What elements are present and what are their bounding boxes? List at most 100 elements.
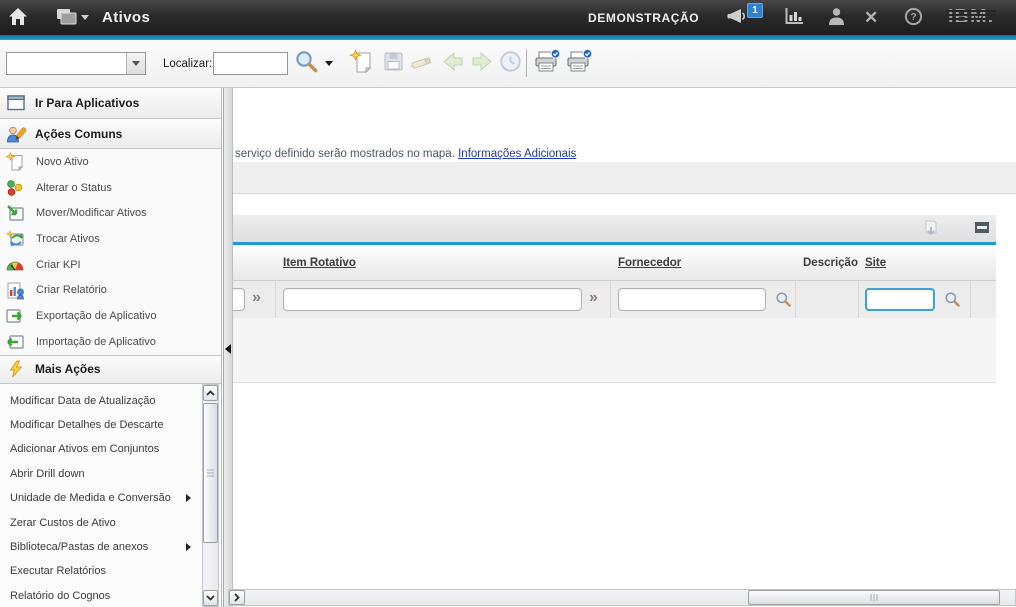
- column-header-descricao: Descrição: [803, 245, 858, 281]
- magnifier-icon[interactable]: [944, 291, 961, 311]
- save-button[interactable]: [379, 48, 407, 78]
- action-mover-modificar[interactable]: Mover/Modificar Ativos: [0, 200, 221, 226]
- home-button[interactable]: [8, 0, 28, 35]
- next-record-button[interactable]: [468, 48, 496, 78]
- column-header-fornecedor[interactable]: Fornecedor: [618, 245, 681, 281]
- common-actions-header[interactable]: Ações Comuns: [0, 119, 221, 149]
- submenu-arrow-icon: [186, 543, 191, 551]
- more-actions-header[interactable]: Mais Ações: [0, 355, 221, 384]
- new-record-button[interactable]: [348, 48, 376, 78]
- combobox-dropdown-button[interactable]: [126, 53, 145, 74]
- print-with-attachments-button[interactable]: [565, 48, 593, 78]
- search-icon: [294, 49, 319, 77]
- asset-filter-input[interactable]: [233, 288, 245, 311]
- more-action-item[interactable]: Executar Relatórios: [0, 559, 221, 583]
- more-action-item[interactable]: Modificar Data de Atualização: [0, 389, 221, 413]
- action-alterar-status[interactable]: Alterar o Status: [0, 175, 221, 201]
- action-label: Criar KPI: [36, 259, 81, 271]
- more-action-item[interactable]: Adicionar Ativos em Conjuntos: [0, 437, 221, 461]
- scroll-right-button[interactable]: [229, 590, 245, 605]
- action-label: Criar Relatório: [36, 284, 107, 296]
- scrollbar-grip: [207, 469, 214, 476]
- submenu-arrow-icon: [186, 494, 191, 502]
- rotating-item-filter-input[interactable]: [283, 288, 582, 311]
- find-input[interactable]: [213, 52, 288, 75]
- more-action-item[interactable]: Zerar Custos de Ativo: [0, 510, 221, 534]
- help-button[interactable]: ?: [904, 0, 923, 35]
- action-novo-ativo[interactable]: Novo Ativo: [0, 149, 221, 175]
- search-options-button[interactable]: [320, 48, 338, 78]
- scrollbar-thumb[interactable]: [748, 590, 1000, 605]
- more-action-item[interactable]: Relatório do Cognos: [0, 584, 221, 607]
- action-trocar-ativos[interactable]: Trocar Ativos: [0, 226, 221, 252]
- eraser-icon: [409, 50, 436, 76]
- print-button[interactable]: [533, 48, 561, 78]
- go-to-applications-header[interactable]: Ir Para Aplicativos: [0, 88, 221, 119]
- lightning-icon: [6, 360, 26, 378]
- scroll-up-button[interactable]: [203, 385, 218, 401]
- more-action-item[interactable]: Biblioteca/Pastas de anexos: [0, 535, 221, 559]
- printer-icon: [566, 49, 593, 77]
- more-action-label: Unidade de Medida e Conversão: [10, 492, 171, 504]
- select-value-chevron-icon[interactable]: »: [589, 289, 597, 307]
- chevron-down-icon: [325, 61, 333, 66]
- action-criar-relatorio[interactable]: Criar Relatório: [0, 277, 221, 303]
- history-button[interactable]: [496, 48, 524, 78]
- application-window: Ativos DEMONSTRAÇÃO 1: [0, 0, 1016, 607]
- select-value-chevron-icon[interactable]: »: [252, 289, 260, 307]
- action-label: Alterar o Status: [36, 182, 112, 194]
- column-divider: [795, 281, 796, 318]
- more-action-label: Zerar Custos de Ativo: [10, 517, 116, 529]
- action-criar-kpi[interactable]: Criar KPI: [0, 252, 221, 278]
- profile-button[interactable]: [827, 0, 846, 35]
- minimize-table-icon[interactable]: [975, 222, 989, 237]
- move-asset-icon: [5, 204, 25, 222]
- more-actions-list: Modificar Data de Atualização Modificar …: [0, 384, 221, 607]
- action-importacao[interactable]: Importação de Aplicativo: [0, 329, 221, 355]
- horizontal-scrollbar[interactable]: [228, 589, 1016, 606]
- vendor-filter-input[interactable]: [618, 288, 766, 311]
- column-header-item-rotativo[interactable]: Item Rotativo: [283, 245, 356, 281]
- go-to-applications-label: Ir Para Aplicativos: [35, 96, 139, 110]
- more-action-label: Modificar Detalhes de Descarte: [10, 419, 163, 431]
- home-icon: [8, 7, 28, 29]
- action-exportacao[interactable]: Exportação de Aplicativo: [0, 303, 221, 329]
- search-button[interactable]: [292, 48, 320, 78]
- sidebar-scrollbar[interactable]: [202, 384, 219, 607]
- action-label: Importação de Aplicativo: [36, 336, 156, 348]
- reports-button[interactable]: [784, 0, 805, 35]
- download-icon[interactable]: [921, 219, 941, 242]
- magnifier-icon[interactable]: [775, 291, 792, 311]
- clear-changes-button[interactable]: [408, 48, 436, 78]
- page-title: Ativos: [102, 0, 150, 35]
- column-header-site[interactable]: Site: [865, 245, 886, 281]
- panel-splitter[interactable]: [223, 88, 233, 607]
- table-header-row: Item Rotativo Fornecedor Descrição Site: [233, 245, 996, 281]
- previous-record-button[interactable]: [438, 48, 466, 78]
- message-text: serviço definido serão mostrados no mapa…: [235, 148, 455, 160]
- more-action-item[interactable]: Unidade de Medida e Conversão: [0, 486, 221, 510]
- more-actions-title: Mais Ações: [35, 362, 101, 376]
- applications-menu-button[interactable]: [56, 0, 89, 35]
- svg-text:?: ?: [910, 12, 916, 23]
- more-action-label: Executar Relatórios: [10, 565, 106, 577]
- scrollbar-thumb[interactable]: [203, 403, 218, 543]
- side-navigation-panel: Ir Para Aplicativos Ações Comuns: [0, 88, 222, 607]
- collapse-panel-icon[interactable]: [225, 344, 231, 354]
- logout-button[interactable]: ✕: [864, 0, 878, 35]
- find-label: Localizar:: [163, 52, 212, 75]
- more-action-item[interactable]: Modificar Detalhes de Descarte: [0, 413, 221, 437]
- column-divider: [610, 281, 611, 318]
- additional-info-link[interactable]: Informações Adicionais: [458, 148, 576, 160]
- site-filter-input[interactable]: [865, 288, 935, 311]
- window-icon: [6, 94, 26, 112]
- section-band: [233, 162, 1016, 194]
- query-select-combobox[interactable]: [6, 52, 146, 75]
- more-action-item[interactable]: Abrir Drill down: [0, 462, 221, 486]
- toolbar-separator: [526, 49, 527, 77]
- new-asset-icon: [5, 153, 25, 171]
- notification-count-badge[interactable]: 1: [747, 3, 763, 18]
- table-body-empty: [233, 318, 996, 383]
- scroll-down-button[interactable]: [203, 590, 218, 606]
- printer-icon: [534, 49, 561, 77]
